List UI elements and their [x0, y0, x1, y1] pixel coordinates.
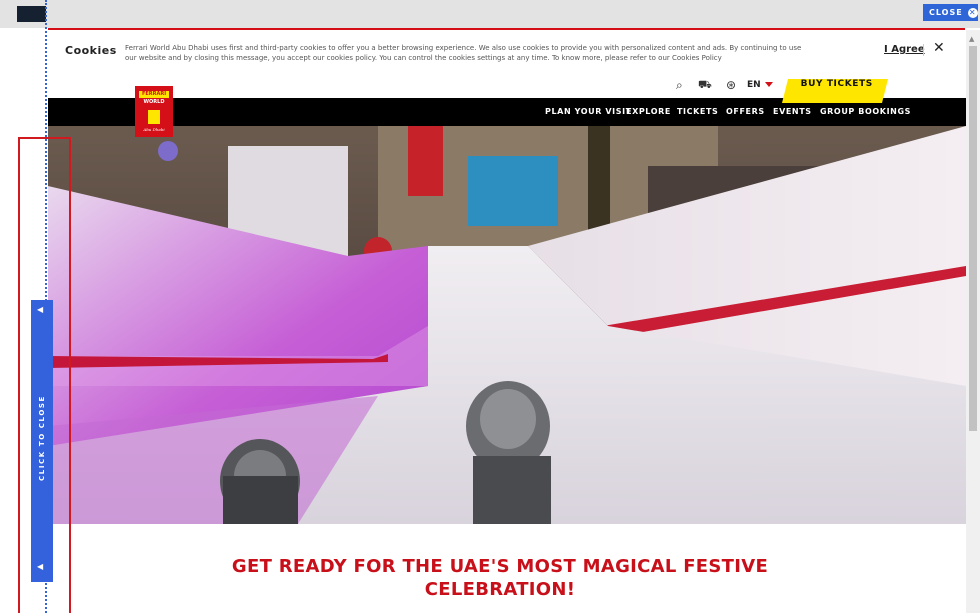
- chevron-down-icon[interactable]: [765, 82, 773, 87]
- headline-line-1: GET READY FOR THE UAE'S MOST MAGICAL FES…: [231, 556, 769, 577]
- language-selector[interactable]: EN: [747, 80, 761, 90]
- nav-item-plan[interactable]: PLAN YOUR VISIT: [545, 107, 632, 116]
- close-circle-icon: ✕: [967, 7, 978, 18]
- scrollbar[interactable]: ▲: [966, 30, 980, 613]
- logo-brand: FERRARI: [139, 91, 169, 98]
- prancing-horse-icon: [148, 110, 160, 124]
- logo-world: WORLD: [143, 99, 165, 105]
- collapse-arrow-icon-bottom[interactable]: ◀: [37, 562, 43, 571]
- cookies-divider: [923, 44, 924, 56]
- close-label: CLOSE: [929, 8, 963, 17]
- close-icon[interactable]: ✕: [933, 40, 945, 56]
- cookies-title: Cookies: [65, 44, 117, 57]
- dark-block: [17, 6, 46, 22]
- hero-image: [48, 126, 966, 524]
- headline-line-2: CELEBRATION!: [424, 579, 576, 600]
- logo-sub: Abu Dhabi: [143, 127, 165, 132]
- buy-tickets-button[interactable]: BUY TICKETS: [782, 79, 888, 103]
- agree-button[interactable]: I Agree: [884, 44, 925, 55]
- page-headline: GET READY FOR THE UAE'S MOST MAGICAL FES…: [230, 555, 770, 601]
- cookies-text: Ferrari World Abu Dhabi uses first and t…: [125, 44, 802, 62]
- scrollbar-thumb[interactable]: [969, 46, 977, 431]
- page: CLOSE ✕ Cookies Ferrari World Abu Dhabi …: [0, 0, 980, 613]
- nav-item-events[interactable]: EVENTS: [773, 107, 812, 116]
- nav-item-tickets[interactable]: TICKETS: [677, 107, 718, 116]
- hero-slide-illustration: [48, 126, 966, 524]
- ferrari-world-logo[interactable]: FERRARI WORLD Abu Dhabi: [135, 86, 173, 137]
- buy-tickets-label: BUY TICKETS: [800, 79, 873, 89]
- collapse-arrow-icon[interactable]: ◀: [37, 305, 43, 314]
- nav-item-offers[interactable]: OFFERS: [726, 107, 765, 116]
- cart-icon[interactable]: ⛟: [698, 78, 712, 93]
- side-tab-label: CLICK TO CLOSE: [38, 395, 46, 481]
- search-icon[interactable]: ⌕: [676, 78, 683, 93]
- top-strip: [0, 0, 980, 28]
- overlay-close-button[interactable]: CLOSE ✕: [923, 4, 978, 21]
- account-icon[interactable]: ⊛: [726, 78, 736, 92]
- scroll-up-icon[interactable]: ▲: [969, 35, 974, 43]
- cookies-banner: Cookies Ferrari World Abu Dhabi uses fir…: [48, 28, 965, 72]
- side-close-tab[interactable]: ◀ CLICK TO CLOSE ◀: [31, 300, 53, 582]
- nav-item-explore[interactable]: EXPLORE: [626, 107, 671, 116]
- nav-item-group-bookings[interactable]: GROUP BOOKINGS: [820, 107, 911, 116]
